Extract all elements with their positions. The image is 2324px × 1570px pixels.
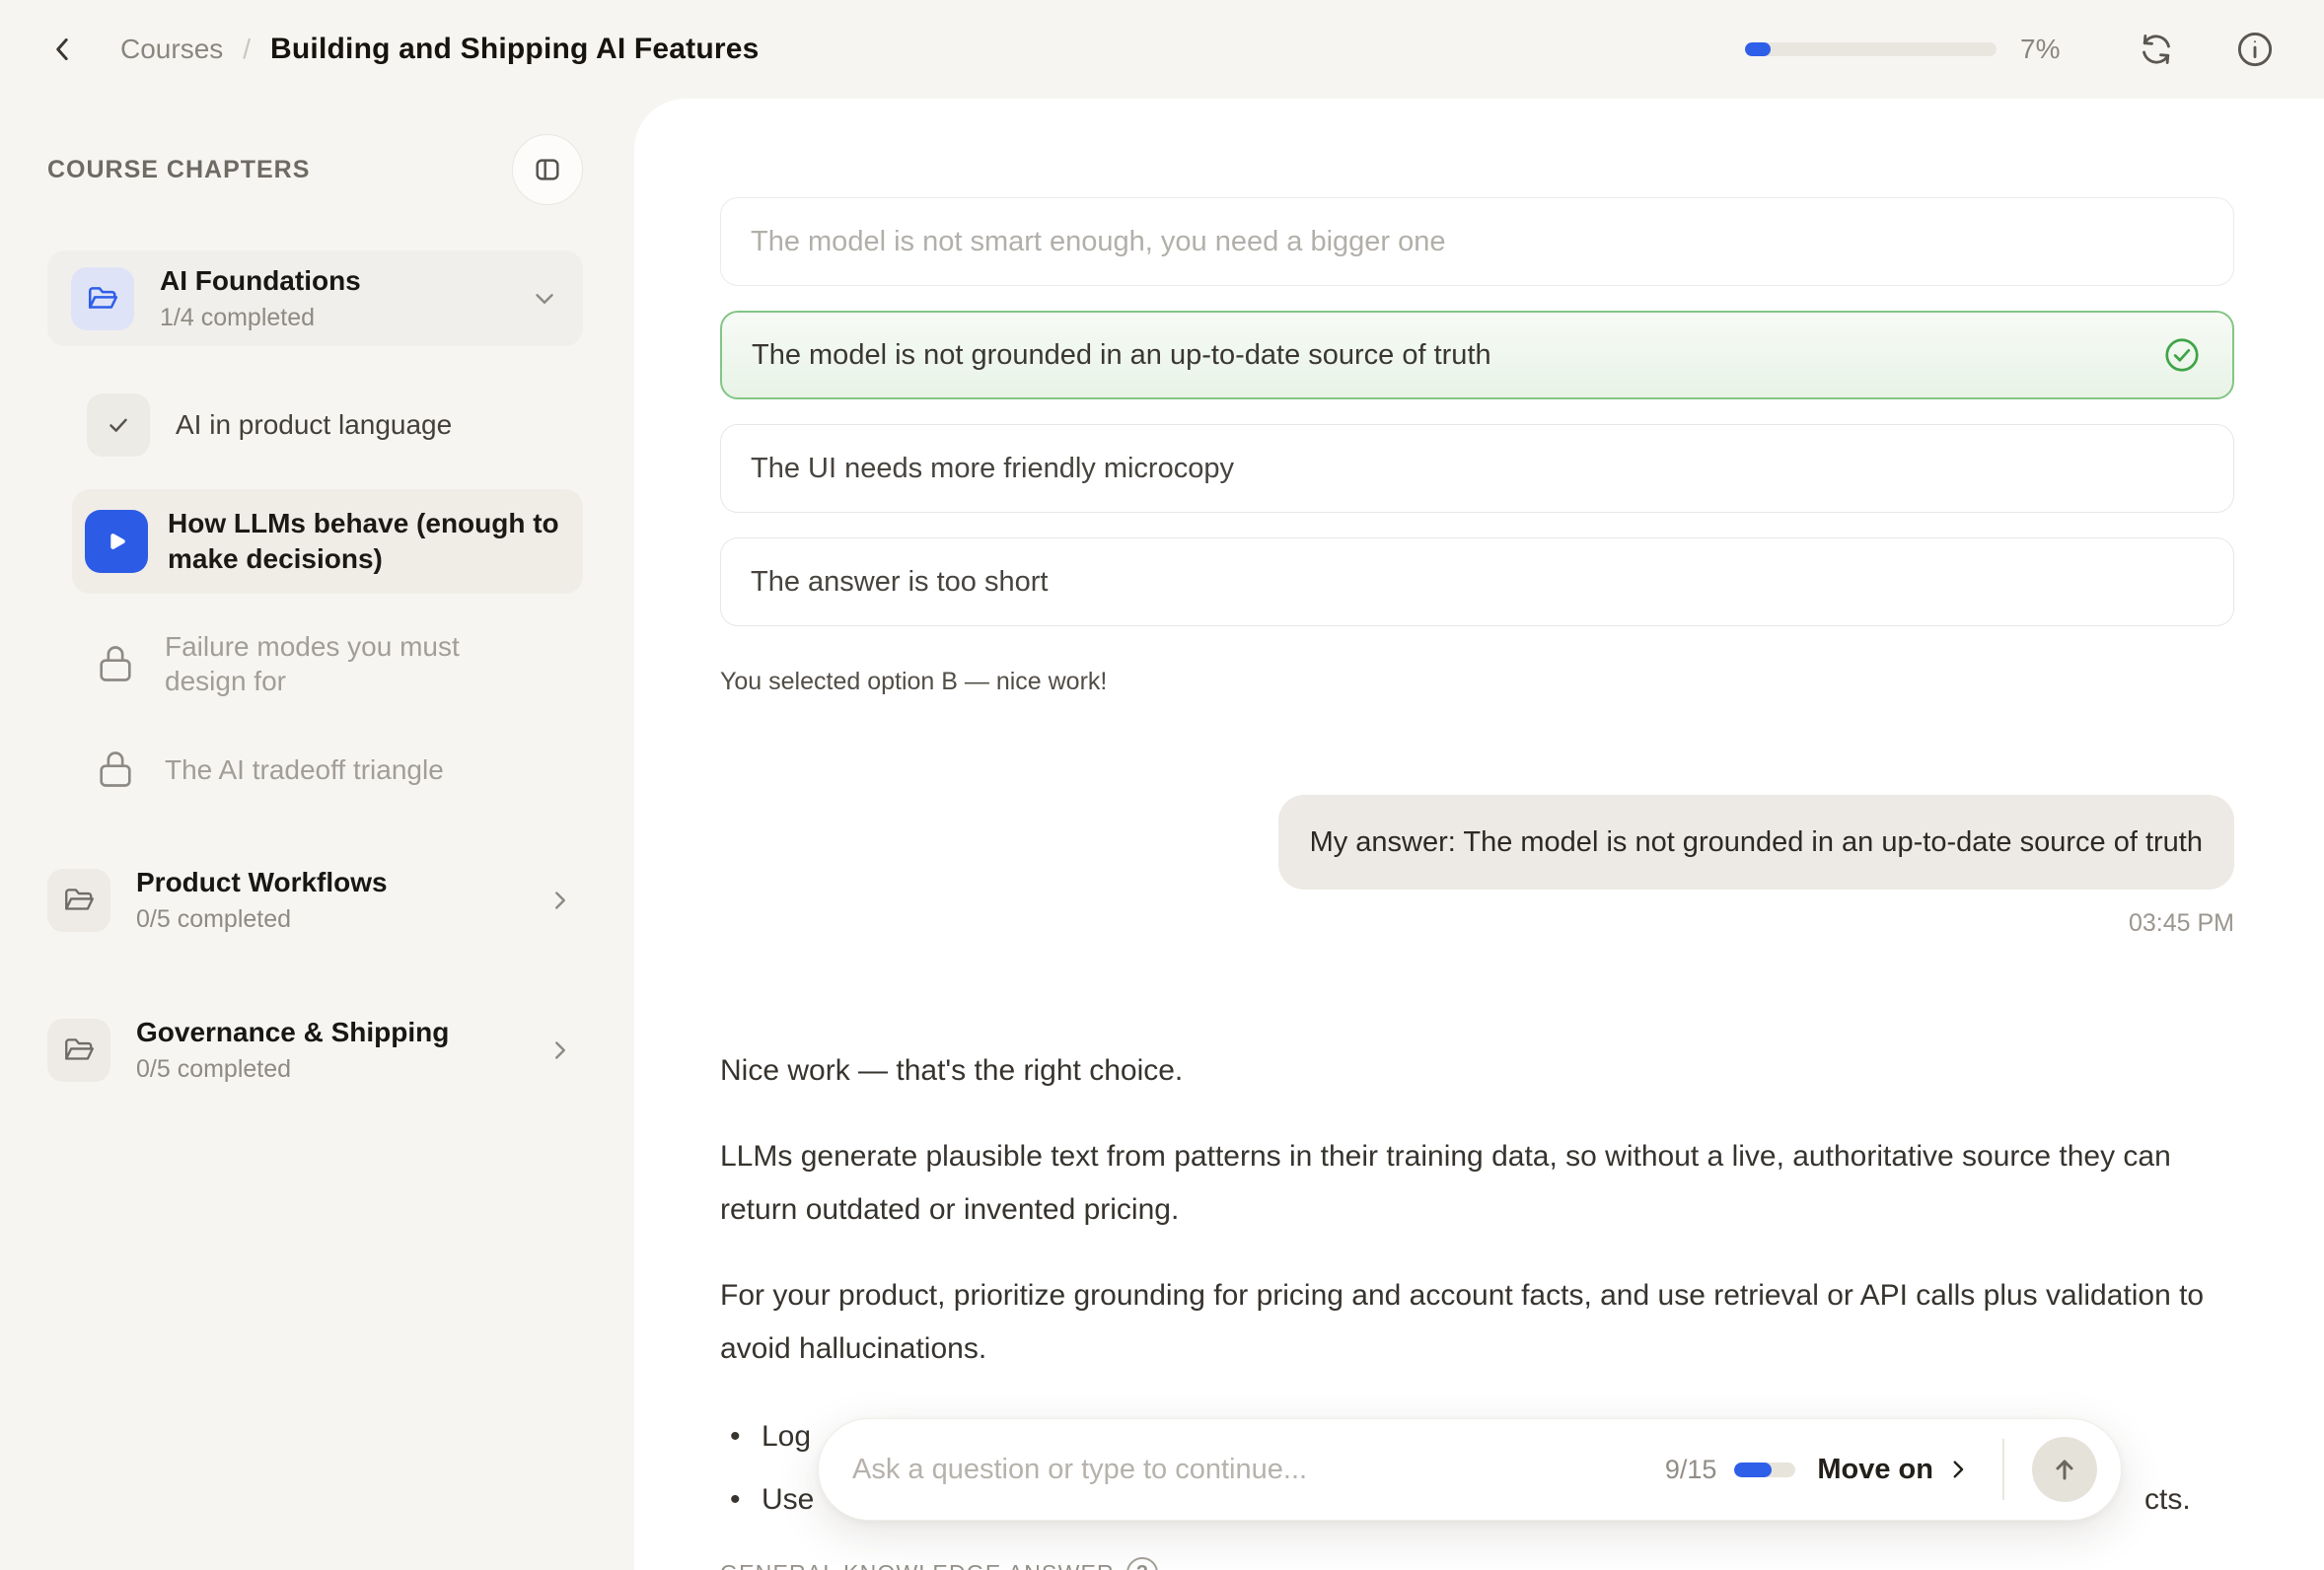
lesson-tradeoff-triangle: The AI tradeoff triangle	[72, 748, 583, 791]
arrow-up-icon	[2049, 1454, 2080, 1485]
chevron-right-icon	[545, 1035, 575, 1065]
chevron-down-icon	[530, 284, 559, 314]
course-progress-fill	[1745, 42, 1771, 56]
course-progress-percent: 7%	[2020, 34, 2083, 65]
top-bar: Courses / Building and Shipping AI Featu…	[0, 0, 2324, 99]
chevron-right-icon	[545, 886, 575, 915]
chapter-progress: 1/4 completed	[160, 304, 361, 332]
chapter-text: Product Workflows 0/5 completed	[136, 867, 388, 934]
quiz-option-label: The model is not smart enough, you need …	[751, 226, 1446, 258]
chapter-title: Governance & Shipping	[136, 1017, 449, 1048]
lesson-label: The AI tradeoff triangle	[165, 752, 444, 787]
folder-open-icon	[47, 1019, 110, 1082]
course-progress-bar	[1745, 42, 1997, 56]
breadcrumb-separator: /	[243, 34, 251, 65]
chapter-text: AI Foundations 1/4 completed	[160, 265, 361, 332]
chapter-progress: 0/5 completed	[136, 905, 388, 934]
chapter-product-workflows[interactable]: Product Workflows 0/5 completed	[47, 852, 583, 948]
message-timestamp: 03:45 PM	[720, 909, 2234, 938]
refresh-icon	[2138, 31, 2175, 68]
lesson-content: The model is not smart enough, you need …	[720, 197, 2234, 1570]
lesson-ai-in-product-language[interactable]: AI in product language	[72, 393, 583, 457]
check-icon	[87, 393, 150, 457]
chevron-right-icon	[1945, 1457, 1971, 1482]
course-chapters-sidebar: COURSE CHAPTERS AI Foundations 1/4 compl…	[0, 99, 634, 1570]
chapter-text: Governance & Shipping 0/5 completed	[136, 1017, 449, 1084]
play-icon	[85, 510, 148, 573]
chapter-title: Product Workflows	[136, 867, 388, 898]
user-message-row: My answer: The model is not grounded in …	[720, 795, 2234, 890]
lesson-failure-modes: Failure modes you must design for	[72, 629, 583, 698]
user-message-bubble: My answer: The model is not grounded in …	[1278, 795, 2234, 890]
lock-icon	[96, 748, 135, 791]
composer-divider	[2002, 1439, 2004, 1500]
bullet-fragment-left: Use	[762, 1483, 814, 1516]
lesson-how-llms-behave[interactable]: How LLMs behave (enough to make decision…	[72, 489, 583, 594]
bullet-fragment-right: cts.	[2144, 1468, 2191, 1532]
answer-source-label: GENERAL KNOWLEDGE ANSWER	[720, 1560, 1115, 1570]
chapter-governance-shipping[interactable]: Governance & Shipping 0/5 completed	[47, 1002, 583, 1098]
refresh-button[interactable]	[2131, 24, 2182, 75]
bullet-fragment-left: Log	[762, 1420, 811, 1453]
page-title: Building and Shipping AI Features	[270, 33, 760, 66]
chapter-title: AI Foundations	[160, 265, 361, 297]
info-button[interactable]	[2229, 24, 2281, 75]
collapse-sidebar-button[interactable]	[512, 134, 583, 205]
top-bar-right: 7%	[1745, 24, 2281, 75]
chat-input[interactable]	[852, 1454, 1665, 1486]
answer-source-row: GENERAL KNOWLEDGE ANSWER ?	[720, 1557, 2234, 1570]
chapter-progress: 0/5 completed	[136, 1055, 449, 1084]
move-on-label: Move on	[1817, 1454, 1933, 1486]
sidebar-header: COURSE CHAPTERS	[47, 134, 583, 205]
breadcrumb: Courses / Building and Shipping AI Featu…	[120, 33, 760, 66]
chapter-ai-foundations[interactable]: AI Foundations 1/4 completed	[47, 250, 583, 346]
assistant-paragraph: Nice work — that's the right choice.	[720, 1044, 2234, 1098]
quiz-option-label: The model is not grounded in an up-to-da…	[752, 339, 1491, 372]
quiz-option-b-selected[interactable]: The model is not grounded in an up-to-da…	[720, 311, 2234, 399]
lock-icon	[96, 642, 135, 685]
lesson-label: How LLMs behave (enough to make decision…	[168, 506, 563, 577]
quiz-option-c[interactable]: The UI needs more friendly microcopy	[720, 424, 2234, 513]
course-player-app: Courses / Building and Shipping AI Featu…	[0, 0, 2324, 1570]
lesson-panel: The model is not smart enough, you need …	[634, 99, 2324, 1570]
help-question-icon[interactable]: ?	[1126, 1557, 1158, 1570]
composer-bar: 9/15 Move on	[818, 1418, 2122, 1521]
quiz-option-label: The UI needs more friendly microcopy	[751, 453, 1234, 485]
panel-left-icon	[533, 155, 562, 184]
send-button[interactable]	[2032, 1437, 2097, 1502]
move-on-button[interactable]: Move on	[1817, 1454, 1971, 1486]
quiz-option-a[interactable]: The model is not smart enough, you need …	[720, 197, 2234, 286]
sidebar-heading: COURSE CHAPTERS	[47, 156, 310, 184]
quiz-result-note: You selected option B — nice work!	[720, 668, 2234, 696]
step-progress-bar	[1734, 1463, 1795, 1477]
step-progress-fill	[1734, 1463, 1772, 1477]
lesson-list: AI in product language How LLMs behave (…	[72, 393, 583, 791]
info-icon	[2235, 30, 2275, 69]
folder-open-icon	[71, 267, 134, 330]
folder-open-icon	[47, 869, 110, 932]
check-circle-icon	[2161, 334, 2203, 376]
quiz-option-d[interactable]: The answer is too short	[720, 537, 2234, 626]
lesson-label: AI in product language	[176, 407, 452, 443]
back-button[interactable]	[41, 28, 85, 71]
lesson-label: Failure modes you must design for	[165, 629, 490, 698]
assistant-paragraph: For your product, prioritize grounding f…	[720, 1269, 2234, 1376]
quiz-option-label: The answer is too short	[751, 566, 1048, 599]
step-counter: 9/15	[1665, 1455, 1717, 1485]
chevron-left-icon	[46, 33, 80, 66]
assistant-paragraph: LLMs generate plausible text from patter…	[720, 1130, 2234, 1237]
breadcrumb-courses-link[interactable]: Courses	[120, 34, 223, 65]
